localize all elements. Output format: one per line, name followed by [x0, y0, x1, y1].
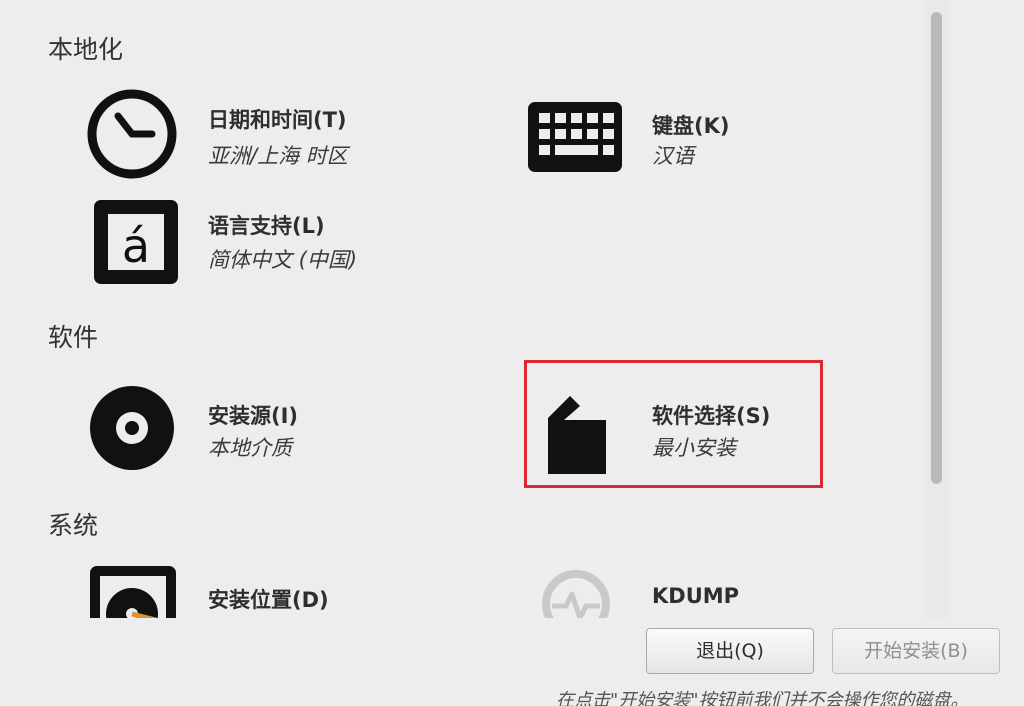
spoke-installation-source-status: 本地介质: [208, 436, 292, 460]
disc-icon: [84, 380, 180, 476]
spoke-installation-destination-title: 安装位置(D): [208, 588, 329, 612]
footer-note: 在点击"开始安装"按钮前我们并不会操作您的磁盘。: [556, 690, 969, 706]
keyboard-icon: [526, 90, 622, 186]
spoke-language[interactable]: á 语言支持(L) 简体中文 (中国): [84, 194, 444, 290]
spoke-installation-destination[interactable]: 安装位置(D): [84, 564, 444, 618]
spoke-kdump[interactable]: KDUMP: [536, 566, 836, 618]
spoke-kdump-title: KDUMP: [652, 584, 740, 608]
quit-button[interactable]: 退出(Q): [646, 628, 814, 674]
spoke-keyboard-title: 键盘(K): [652, 114, 730, 138]
spoke-installation-source[interactable]: 安装源(I) 本地介质: [84, 380, 444, 476]
kdump-icon: [536, 566, 632, 618]
spoke-datetime-title: 日期和时间(T): [208, 108, 347, 132]
section-title-system: 系统: [48, 511, 99, 540]
spoke-keyboard-status: 汉语: [652, 144, 694, 168]
spoke-installation-source-title: 安装源(I): [208, 404, 299, 428]
begin-installation-button[interactable]: 开始安装(B): [832, 628, 1000, 674]
right-gutter: [949, 0, 1024, 706]
highlight-box: [524, 360, 823, 488]
spokes-scroll-area[interactable]: 本地化 日期和时间(T) 亚洲/上海 时区 键盘(K) 汉语 á 语言支持(L)…: [0, 0, 925, 618]
installation-summary: 本地化 日期和时间(T) 亚洲/上海 时区 键盘(K) 汉语 á 语言支持(L)…: [0, 0, 1024, 706]
spoke-datetime-status: 亚洲/上海 时区: [208, 144, 348, 168]
section-title-software: 软件: [48, 323, 99, 352]
spoke-language-status: 简体中文 (中国): [208, 248, 358, 272]
spoke-datetime[interactable]: 日期和时间(T) 亚洲/上海 时区: [84, 86, 444, 182]
section-title-localization: 本地化: [48, 35, 124, 64]
scrollbar-thumb[interactable]: [931, 12, 942, 484]
language-icon: á: [84, 194, 180, 290]
harddisk-icon: [84, 564, 180, 618]
clock-icon: [84, 86, 180, 182]
spoke-language-title: 语言支持(L): [208, 214, 325, 238]
svg-text:á: á: [122, 219, 150, 273]
spoke-keyboard[interactable]: 键盘(K) 汉语: [526, 90, 866, 186]
